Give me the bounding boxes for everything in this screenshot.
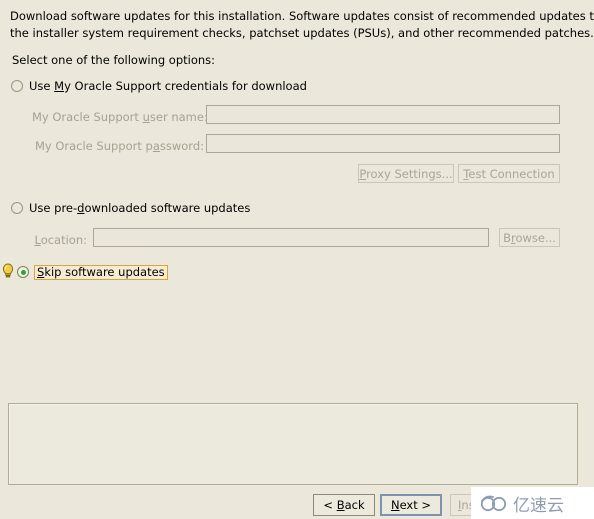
cloud-logo-icon [480,495,507,512]
browse-button[interactable]: Browse... [499,228,560,247]
mnemonic-char: a [152,139,160,153]
proxy-settings-button[interactable]: Proxy Settings... [358,164,454,183]
location-input[interactable] [93,228,489,247]
description-line-1: Download software updates for this insta… [10,9,594,23]
mnemonic-char: M [54,79,65,93]
watermark-text: 亿速云 [513,495,564,516]
radio-option-use-pre-downloaded[interactable]: Use pre-downloaded software updates [11,200,250,216]
radio-label-pre-downloaded: Use pre-downloaded software updates [29,201,251,215]
hint-lightbulb-icon [2,263,14,278]
my-oracle-support-username-input[interactable] [206,105,560,124]
radio-label-my-oracle-support: Use My Oracle Support credentials for do… [29,79,307,93]
options-prompt: Select one of the following options: [12,53,216,67]
watermark-overlay: 亿速云 [471,487,594,519]
mnemonic-char: B [336,498,345,512]
my-oracle-support-password-input[interactable] [206,134,560,153]
back-button[interactable]: < Back [313,494,375,516]
radio-option-use-my-oracle-support[interactable]: Use My Oracle Support credentials for do… [11,78,307,94]
mnemonic-char: u [142,110,150,124]
message-panel [8,403,578,485]
page-description: Download software updates for this insta… [10,8,594,42]
next-button[interactable]: Next > [380,494,442,516]
label-my-oracle-support-password: My Oracle Support password: [34,139,204,153]
radio-indicator-my-oracle-support[interactable] [11,80,23,92]
label-location: Location: [34,233,87,247]
label-my-oracle-support-username: My Oracle Support user name: [32,110,208,124]
radio-option-skip-software-updates[interactable]: Skip software updates [17,264,168,280]
radio-indicator-skip-software-updates[interactable] [17,266,29,278]
radio-indicator-pre-downloaded[interactable] [11,202,23,214]
mnemonic-char: N [390,498,400,512]
test-connection-button[interactable]: Test Connection [458,164,560,183]
description-line-2: the installer system requirement checks,… [10,26,594,40]
radio-label-skip-software-updates: Skip software updates [34,264,168,280]
